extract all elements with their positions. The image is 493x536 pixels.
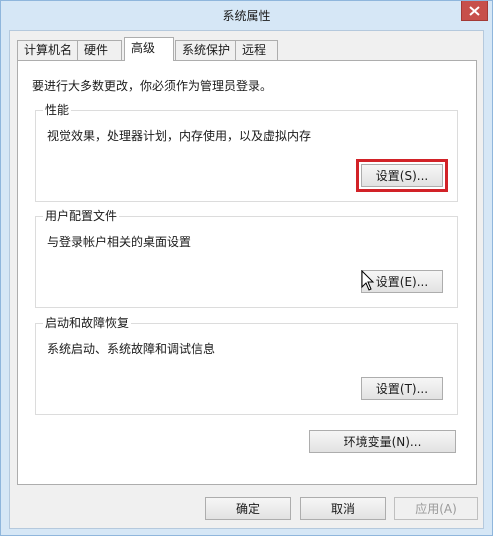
close-button[interactable] <box>461 1 488 21</box>
apply-button[interactable]: 应用(A) <box>394 497 478 520</box>
cancel-button[interactable]: 取消 <box>300 497 386 520</box>
system-properties-window: 系统属性 计算机名 硬件 高级 系统保护 远程 要进行大多数更改，你必须作为管理… <box>0 0 493 536</box>
startup-recovery-group: 启动和故障恢复 系统启动、系统故障和调试信息 设置(T)... <box>35 315 458 415</box>
tab-remote[interactable]: 远程 <box>235 40 278 60</box>
dialog-client-area: 计算机名 硬件 高级 系统保护 远程 要进行大多数更改，你必须作为管理员登录。 … <box>9 30 484 529</box>
advanced-tab-page: 要进行大多数更改，你必须作为管理员登录。 性能 视觉效果，处理器计划，内存使用，… <box>17 60 477 485</box>
tab-system-protection[interactable]: 系统保护 <box>175 40 236 60</box>
startup-recovery-settings-button[interactable]: 设置(T)... <box>361 377 443 400</box>
environment-variables-button[interactable]: 环境变量(N)... <box>309 430 456 453</box>
window-title: 系统属性 <box>222 9 271 23</box>
performance-description: 视觉效果，处理器计划，内存使用，以及虚拟内存 <box>47 129 312 143</box>
admin-notice-text: 要进行大多数更改，你必须作为管理员登录。 <box>32 79 273 93</box>
ok-button[interactable]: 确定 <box>205 497 291 520</box>
tab-advanced[interactable]: 高级 <box>124 37 174 61</box>
title-bar[interactable]: 系统属性 <box>1 1 492 30</box>
tab-computer-name[interactable]: 计算机名 <box>17 40 78 60</box>
startup-recovery-group-title: 启动和故障恢复 <box>43 315 132 331</box>
user-profile-group: 用户配置文件 与登录帐户相关的桌面设置 设置(E)... <box>35 208 458 308</box>
performance-group-title: 性能 <box>43 102 72 118</box>
mouse-cursor-icon <box>361 270 375 291</box>
close-icon <box>469 5 480 16</box>
tab-hardware[interactable]: 硬件 <box>77 40 122 60</box>
user-profile-description: 与登录帐户相关的桌面设置 <box>47 235 192 249</box>
startup-recovery-description: 系统启动、系统故障和调试信息 <box>47 342 216 356</box>
performance-settings-button[interactable]: 设置(S)... <box>356 159 448 192</box>
user-profile-group-title: 用户配置文件 <box>43 208 120 224</box>
performance-group: 性能 视觉效果，处理器计划，内存使用，以及虚拟内存 设置(S)... <box>35 102 458 202</box>
